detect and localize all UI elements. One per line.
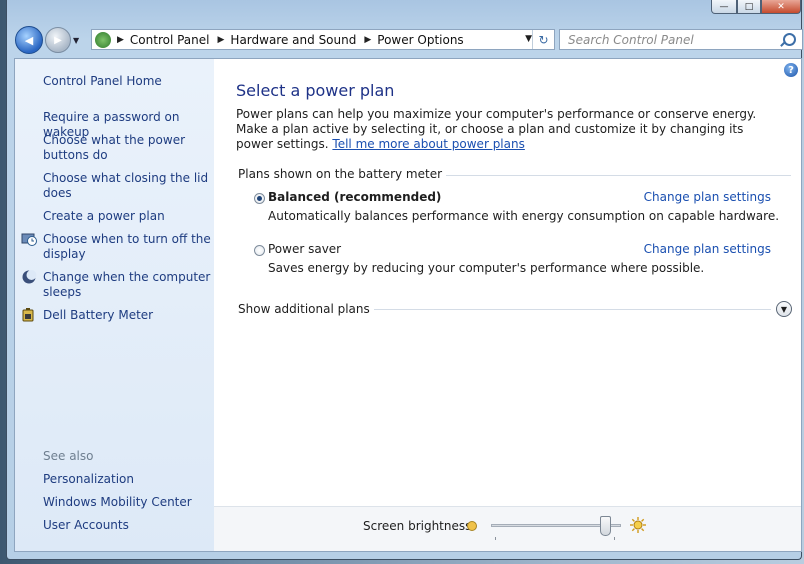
intro-text: Power plans can help you maximize your c…	[236, 107, 776, 152]
sidebar-mobility-center[interactable]: Windows Mobility Center	[43, 495, 213, 510]
refresh-icon[interactable]: ↻	[532, 30, 554, 49]
plans-group-header: Plans shown on the battery meter	[238, 167, 447, 181]
forward-arrow-icon: ▶	[54, 34, 62, 46]
recent-pages-dropdown[interactable]: ▼	[73, 36, 79, 45]
show-additional-plans[interactable]: Show additional plans	[238, 302, 374, 316]
brightness-footer: Screen brightness:	[214, 506, 801, 551]
power-saver-plan-description: Saves energy by reducing your computer's…	[268, 261, 705, 275]
breadcrumb-control-panel[interactable]: Control Panel	[130, 33, 210, 47]
power-saver-change-settings-link[interactable]: Change plan settings	[644, 242, 771, 256]
sidebar-closing-lid[interactable]: Choose what closing the lid does	[43, 171, 213, 201]
forward-button[interactable]: ▶	[45, 27, 71, 53]
tell-me-more-link[interactable]: Tell me more about power plans	[332, 137, 524, 151]
minimize-button[interactable]: —	[711, 0, 737, 14]
balanced-plan-description: Automatically balances performance with …	[268, 209, 780, 223]
address-dropdown-icon[interactable]: ▼	[525, 34, 532, 44]
task-pane: Control Panel Home Require a password on…	[15, 59, 214, 551]
slider-tick	[614, 537, 615, 540]
close-button[interactable]: ✕	[761, 0, 801, 14]
breadcrumb-power-options[interactable]: Power Options	[377, 33, 463, 47]
sidebar-turn-off-display[interactable]: Choose when to turn off the display	[43, 232, 213, 262]
help-icon[interactable]: ?	[784, 63, 798, 77]
breadcrumb-hardware-and-sound[interactable]: Hardware and Sound	[230, 33, 356, 47]
sidebar-computer-sleeps[interactable]: Change when the computer sleeps	[43, 270, 213, 300]
see-also-label: See also	[43, 449, 94, 463]
expand-chevron-icon[interactable]: ▼	[776, 301, 792, 317]
additional-divider	[354, 309, 771, 310]
balanced-change-settings-link[interactable]: Change plan settings	[644, 190, 771, 204]
back-button[interactable]: ◀	[15, 26, 43, 54]
power-options-window: — □ ✕ ◀ ▶ ▼ ▶ Control Panel ▶ Hardware a…	[6, 0, 803, 560]
main-pane: ? Select a power plan Power plans can he…	[214, 59, 801, 551]
breadcrumb-separator-icon[interactable]: ▶	[364, 35, 371, 45]
search-icon[interactable]	[783, 33, 796, 46]
sidebar-control-panel-home[interactable]: Control Panel Home	[43, 74, 213, 89]
address-bar[interactable]: ▶ Control Panel ▶ Hardware and Sound ▶ P…	[91, 29, 555, 50]
sidebar-power-buttons[interactable]: Choose what the power buttons do	[43, 133, 213, 163]
search-box	[559, 29, 803, 50]
breadcrumb-separator-icon[interactable]: ▶	[117, 35, 124, 45]
moon-sleep-icon	[22, 270, 37, 284]
breadcrumb-separator-icon[interactable]: ▶	[218, 35, 225, 45]
sidebar-create-plan[interactable]: Create a power plan	[43, 209, 213, 224]
sidebar-user-accounts[interactable]: User Accounts	[43, 518, 213, 533]
battery-meter-icon	[22, 308, 34, 322]
slider-tick	[495, 537, 496, 540]
sidebar-dell-battery-meter[interactable]: Dell Battery Meter	[43, 308, 213, 323]
balanced-radio[interactable]	[254, 193, 265, 204]
navigation-buttons: ◀ ▶ ▼	[15, 26, 79, 54]
balanced-plan-name[interactable]: Balanced (recommended)	[268, 190, 441, 204]
back-arrow-icon: ◀	[24, 33, 34, 47]
sidebar-personalization[interactable]: Personalization	[43, 472, 213, 487]
monitor-clock-icon	[21, 233, 37, 246]
power-saver-plan-name[interactable]: Power saver	[268, 242, 341, 256]
bright-sun-icon	[630, 517, 646, 533]
search-input[interactable]	[566, 31, 780, 48]
page-title: Select a power plan	[236, 81, 395, 100]
maximize-button[interactable]: □	[737, 0, 761, 14]
dim-brightness-icon	[467, 521, 477, 531]
brightness-slider-thumb[interactable]	[600, 516, 612, 536]
power-saver-radio[interactable]	[254, 245, 265, 256]
content-area: Control Panel Home Require a password on…	[14, 58, 802, 552]
brightness-label: Screen brightness:	[363, 519, 476, 533]
caption-buttons: — □ ✕	[711, 0, 801, 14]
control-panel-icon	[95, 31, 111, 48]
